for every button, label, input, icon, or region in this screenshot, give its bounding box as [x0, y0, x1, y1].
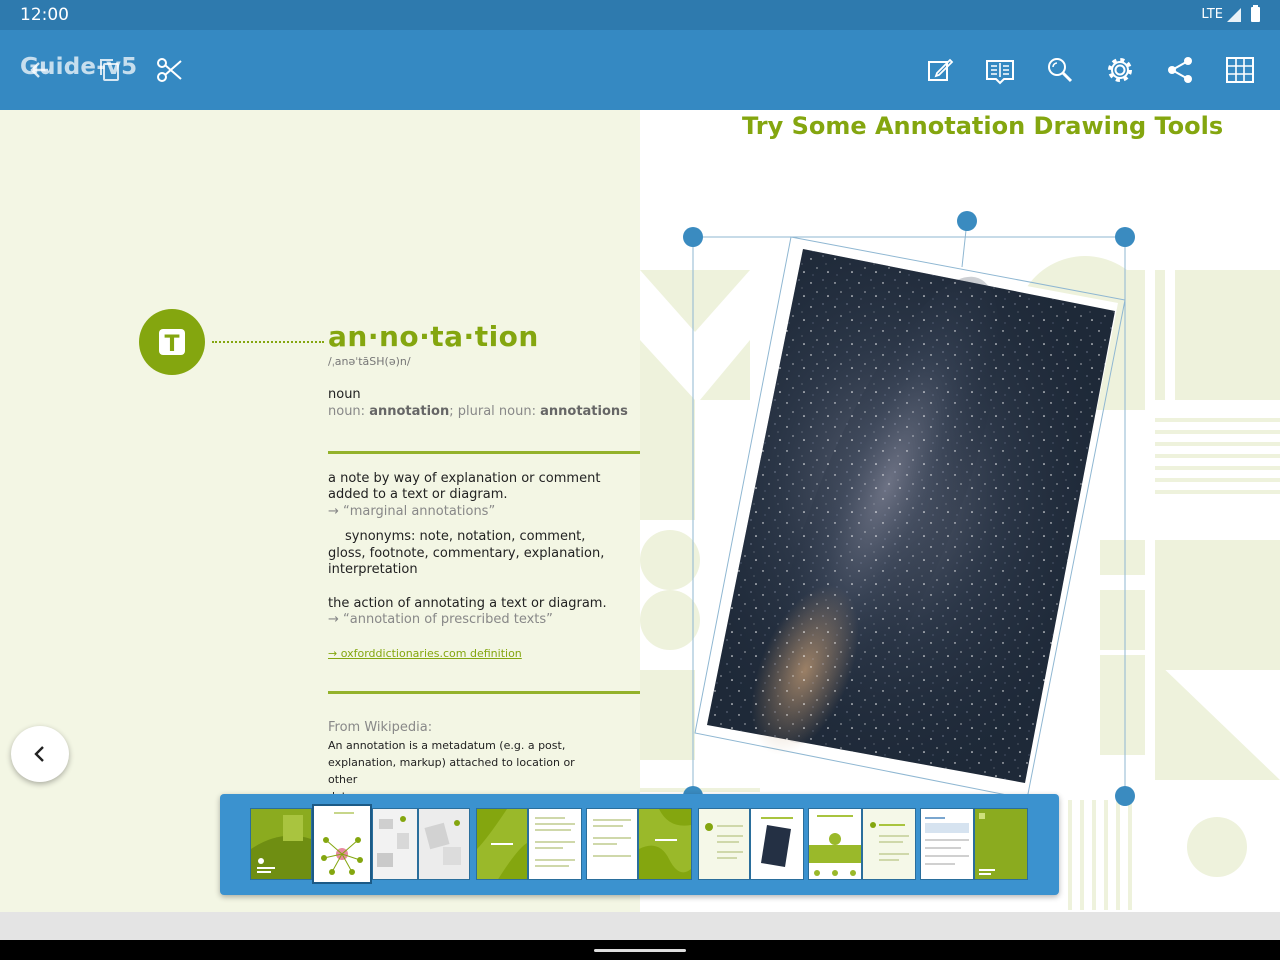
thumbnail-page-12[interactable] [862, 808, 916, 880]
phonetic: /ˌanəˈtāSH(ə)n/ [328, 355, 411, 368]
definition-1-line2: added to a text or diagram. [328, 487, 508, 502]
dotted-connector [212, 341, 324, 343]
status-indicators: LTE [1201, 5, 1260, 22]
thumbnail-page-5[interactable] [476, 808, 528, 880]
scissors-icon[interactable] [154, 54, 186, 86]
battery-icon [1251, 5, 1260, 22]
copy-icon[interactable] [94, 54, 126, 86]
chevron-left-icon [34, 746, 44, 762]
synonyms-line2: gloss, footnote, commentary, explanation… [328, 546, 605, 561]
thumbnail-page-13[interactable] [920, 808, 974, 880]
thumbnail-page-14[interactable] [974, 808, 1028, 880]
share-icon[interactable] [1164, 54, 1196, 86]
part-of-speech: noun [328, 387, 361, 402]
definition-2-example: → “annotation of prescribed texts” [328, 612, 553, 627]
thumbnail-page-4[interactable] [418, 808, 470, 880]
settings-icon[interactable] [1104, 54, 1136, 86]
text-tool-badge: T [139, 309, 205, 375]
search-icon[interactable] [1044, 54, 1076, 86]
thumbnail-page-10[interactable] [750, 808, 804, 880]
thumbnail-page-6[interactable] [528, 808, 582, 880]
bottom-bar [0, 912, 1280, 940]
network-label: LTE [1201, 7, 1223, 22]
status-bar: 12:00 LTE [0, 0, 1280, 30]
home-indicator[interactable] [594, 949, 686, 952]
wikipedia-heading: From Wikipedia: [328, 720, 433, 735]
definition-2: the action of annotating a text or diagr… [328, 596, 607, 611]
right-page: Try Some Annotation Drawing Tools [640, 110, 1280, 912]
image-annotation-selection[interactable] [640, 110, 1280, 912]
thumbnail-page-9[interactable] [698, 808, 750, 880]
thumbnail-page-11[interactable] [808, 808, 862, 880]
word-forms: noun: annotation; plural noun: annotatio… [328, 404, 628, 419]
synonyms-line3: interpretation [328, 562, 418, 577]
definition-1-line1: a note by way of explanation or comment [328, 471, 601, 486]
top-toolbar: Guide-v5 [0, 30, 1280, 110]
edit-icon[interactable] [924, 54, 956, 86]
text-tool-icon: T [159, 329, 185, 357]
signal-icon [1227, 7, 1241, 22]
thumbnail-strip[interactable] [220, 794, 1059, 895]
thumbnail-page-8[interactable] [638, 808, 692, 880]
reader-mode-icon[interactable] [984, 54, 1016, 86]
thumbnails-icon[interactable] [1224, 54, 1256, 86]
synonyms-line1: synonyms: note, notation, comment, [345, 529, 586, 544]
divider [328, 691, 640, 694]
left-page: T an·no·ta·tion /ˌanəˈtāSH(ə)n/ noun nou… [0, 110, 640, 912]
thumbnail-page-1[interactable] [250, 808, 312, 880]
svg-text:T: T [164, 332, 179, 357]
back-arrow-icon[interactable] [24, 54, 56, 86]
system-navigation-bar [0, 940, 1280, 960]
definition-1-example: → “marginal annotations” [328, 504, 496, 519]
previous-page-button[interactable] [11, 726, 69, 782]
thumbnail-page-7[interactable] [586, 808, 638, 880]
status-time: 12:00 [20, 5, 69, 25]
divider [328, 451, 640, 454]
oxford-definition-link[interactable]: → oxforddictionaries.com definition [328, 647, 522, 660]
document-viewer[interactable]: T an·no·ta·tion /ˌanəˈtāSH(ə)n/ noun nou… [0, 110, 1280, 912]
definition-word: an·no·ta·tion [328, 320, 539, 353]
thumbnail-page-2[interactable] [312, 804, 372, 884]
thumbnail-page-3[interactable] [372, 808, 418, 880]
